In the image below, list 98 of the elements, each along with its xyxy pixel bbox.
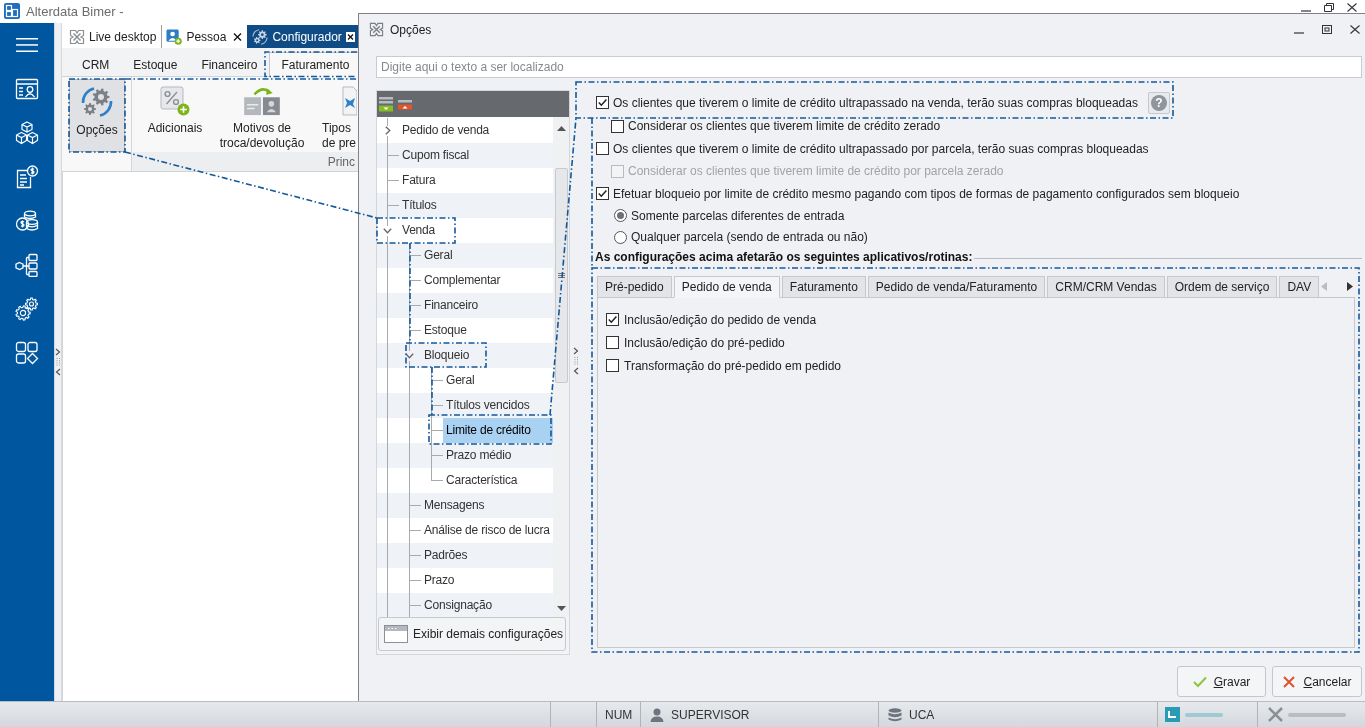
cubes-icon[interactable] [15, 121, 39, 145]
scrollbar-thumb[interactable] [554, 168, 568, 383]
tree-item[interactable]: Estoque [421, 318, 553, 343]
contact-card-icon[interactable] [15, 77, 39, 101]
gears-icon [80, 85, 114, 119]
user-icon [650, 707, 664, 722]
close-icon[interactable] [233, 31, 243, 42]
callout-line [431, 366, 433, 416]
group-label: Princ [327, 154, 355, 169]
ribbon-tab[interactable]: Financeiro [189, 52, 270, 77]
tree-item[interactable]: Análise de risco de lucra [421, 518, 553, 543]
status-text: SUPERVISOR [671, 707, 750, 722]
blocks-app-icon [4, 3, 20, 19]
person-add-icon [166, 28, 183, 45]
check-icon [1192, 675, 1207, 688]
tree-item[interactable]: Pedido de venda [399, 118, 553, 143]
checkbox[interactable] [606, 313, 619, 326]
database-icon [888, 707, 902, 722]
scroll-up-icon[interactable] [556, 126, 566, 131]
tree-item[interactable]: Fatura [399, 168, 553, 193]
document-tab[interactable]: Configurador [247, 25, 358, 48]
option-label: Inclusão/edição do pedido de venda [624, 312, 817, 327]
splitter-grip-icon[interactable] [573, 347, 579, 375]
document-tab[interactable]: Live desktop [64, 25, 162, 48]
tree-item[interactable]: Complementar [421, 268, 553, 293]
ribbon-button[interactable]: Opções [69, 79, 125, 152]
ribbon-tab[interactable]: CRM [70, 52, 122, 77]
section-heading: As configurações acima afetarão os seguintes aplicativos/rotinas: [595, 250, 973, 264]
chevron-right-icon[interactable] [385, 126, 391, 135]
list-down-arrow-icon[interactable] [379, 96, 393, 112]
tab[interactable]: Pré-pedido [597, 276, 672, 298]
coins-icon[interactable] [15, 209, 39, 233]
close-icon[interactable] [1347, 3, 1357, 12]
scroll-right-icon[interactable] [1347, 282, 1354, 291]
hierarchy-icon[interactable] [15, 253, 39, 277]
minimize-icon[interactable] [1294, 31, 1304, 34]
status-text: UCA [909, 707, 935, 722]
tree-item[interactable]: Venda [399, 218, 553, 243]
checkbox[interactable] [596, 187, 609, 201]
tree-item[interactable]: Prazo [421, 568, 553, 593]
search-field[interactable]: Digite aqui o texto a ser localizado [376, 56, 1362, 78]
x-logo-icon [369, 22, 384, 37]
ribbon-tab[interactable]: Estoque [121, 52, 190, 77]
tree-item[interactable]: Característica [443, 468, 553, 493]
gears-icon [252, 28, 269, 45]
tree-item[interactable]: Geral [443, 368, 553, 393]
tab[interactable]: Pedido de venda/Faturamento [867, 276, 1046, 298]
ribbon-tab[interactable]: Faturamento [269, 52, 358, 77]
x-logo-icon [69, 28, 85, 45]
restore-icon[interactable] [1324, 3, 1334, 12]
tab[interactable]: Faturamento [781, 276, 866, 298]
save-button[interactable]: Gravar [1177, 666, 1266, 697]
brand-logo [1165, 706, 1225, 723]
invoice-icon[interactable] [15, 165, 39, 189]
cards-arrow-icon [243, 86, 281, 116]
close-icon[interactable] [1350, 25, 1360, 34]
radio-button[interactable] [614, 209, 627, 223]
checkbox[interactable] [606, 359, 619, 372]
radio-button[interactable] [614, 230, 627, 244]
window-title: Alterdata Bimer - [26, 4, 124, 19]
tab[interactable]: Pedido de venda [673, 276, 780, 298]
tab[interactable]: CRM/CRM Vendas [1047, 276, 1165, 298]
option-label: Somente parcelas diferentes de entrada [631, 208, 845, 223]
checkbox[interactable] [611, 119, 624, 133]
percent-tile-icon [160, 86, 190, 116]
chevron-down-icon[interactable] [405, 353, 414, 359]
ribbon-button[interactable]: Tipos de pre [318, 77, 358, 152]
status-text: NUM [605, 707, 633, 722]
tab[interactable]: Ordem de serviço [1166, 276, 1278, 298]
splitter-grip-icon[interactable] [55, 348, 61, 376]
menu-icon[interactable] [16, 38, 38, 52]
dialog-title: Opções [390, 22, 432, 37]
show-more-button[interactable]: Exibir demais configurações [378, 617, 566, 651]
tiles-icon[interactable] [15, 341, 39, 365]
checkbox[interactable] [596, 96, 609, 109]
window-icon [384, 625, 408, 643]
tab[interactable]: DAV [1279, 276, 1320, 298]
option-label: Considerar os clientes que tiverem limite de crédito zerado [628, 119, 941, 134]
checkbox[interactable] [596, 142, 609, 156]
option-label: Qualquer parcela (sendo de entrada ou não) [631, 230, 868, 245]
close-icon [1282, 675, 1297, 688]
gears-icon[interactable] [15, 297, 39, 321]
cancel-button[interactable]: Cancelar [1272, 666, 1362, 697]
ribbon-button[interactable]: Adicionais [140, 77, 210, 152]
option-label: Os clientes que tiverem o limite de crédito ultrapassado por parcela, terão suas compras bloqueadas [613, 141, 1149, 156]
close-icon[interactable] [345, 31, 355, 42]
ribbon-button[interactable]: Motivos de troca/devolução [214, 77, 310, 152]
scrollbar[interactable] [553, 117, 569, 617]
option-label: Efetuar bloqueio por limite de crédito mesmo pagando com tipos de formas de pagamento configurados sem bloqueio [613, 186, 1240, 201]
chevron-down-icon[interactable] [383, 228, 392, 234]
checkbox[interactable] [606, 336, 619, 349]
option-label: Inclusão/edição do pré-pedido [624, 335, 785, 350]
option-label: Considerar os clientes que tiverem limite de crédito por parcela zerado [628, 164, 1004, 179]
option-label: Transformação do pré-pedido em pedido [624, 358, 841, 373]
tree-item[interactable]: Limite de crédito [443, 418, 553, 443]
option-label: Os clientes que tiverem o limite de crédito ultrapassado na venda, terão suas compras bloqueadas [613, 95, 1138, 110]
scroll-down-icon[interactable] [556, 606, 566, 611]
maximize-icon[interactable] [1322, 25, 1332, 34]
